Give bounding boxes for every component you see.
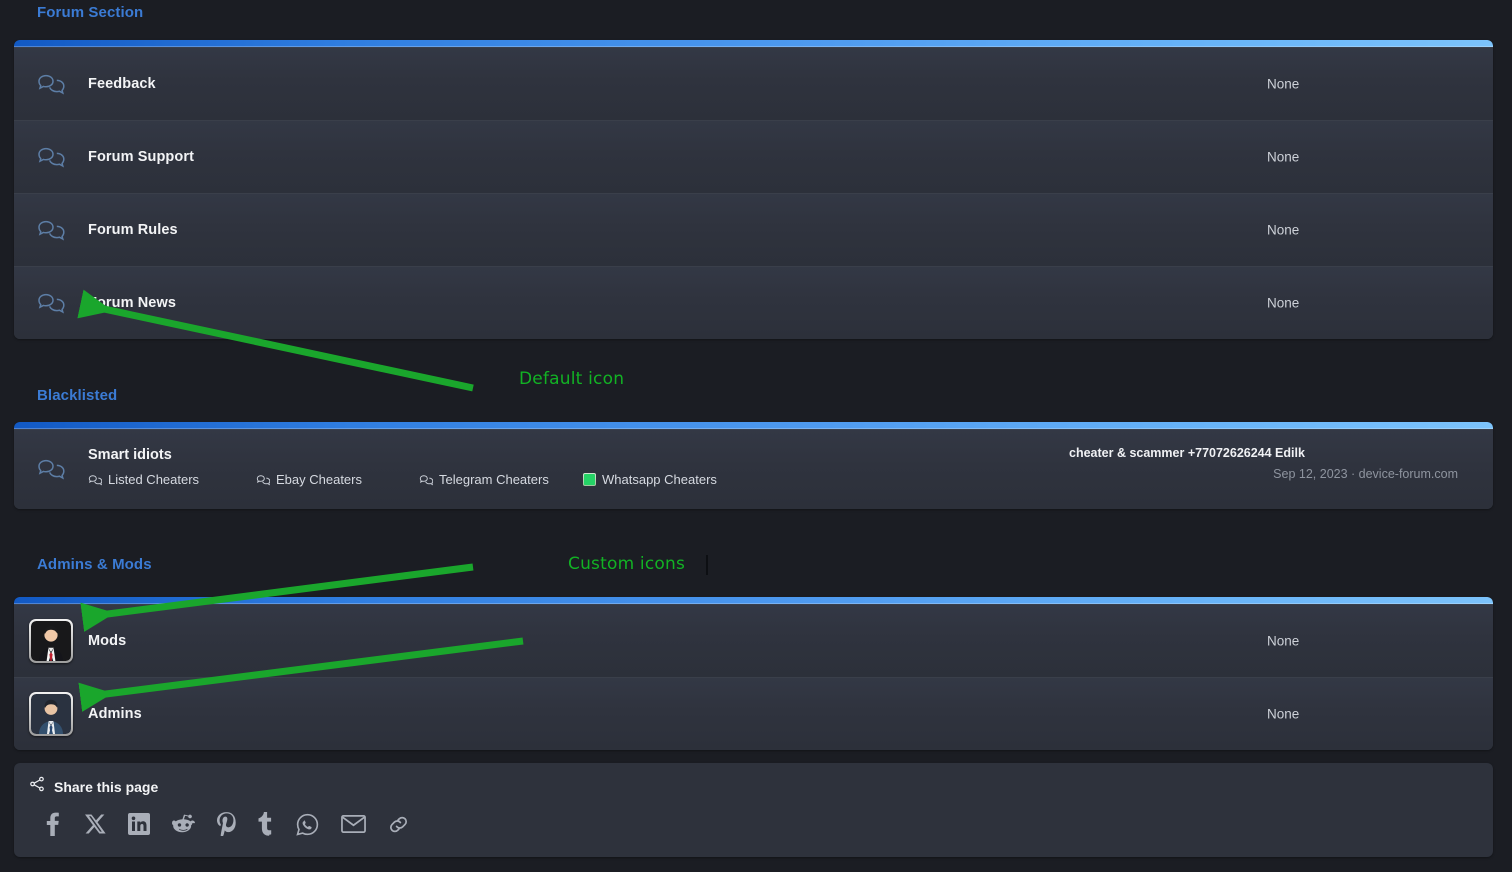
whatsapp-custom-icon [583, 473, 596, 486]
node-row-admins[interactable]: Admins None [14, 677, 1493, 750]
panel-admins-mods: Mods None Admins None [14, 597, 1493, 750]
subforum-label[interactable]: Ebay Cheaters [276, 472, 362, 487]
subforum-listed-cheaters[interactable]: Listed Cheaters [88, 472, 256, 487]
speech-bubbles-icon [14, 218, 88, 242]
node-title[interactable]: Admins [88, 706, 142, 722]
node-title[interactable]: Forum Support [88, 149, 194, 165]
panel-accent-bar [14, 597, 1493, 604]
subforum-ebay-cheaters[interactable]: Ebay Cheaters [256, 472, 419, 487]
speech-bubbles-icon [14, 72, 88, 96]
whatsapp-icon[interactable] [296, 813, 319, 836]
facebook-icon[interactable] [41, 811, 63, 837]
share-nodes-icon [29, 776, 45, 797]
share-label: Share this page [54, 778, 159, 795]
section-title-forum-section: Forum Section [37, 4, 144, 21]
node-row-forum-news[interactable]: Forum News None [14, 266, 1493, 339]
link-icon[interactable] [388, 814, 409, 835]
node-status: None [1267, 295, 1300, 311]
subforum-whatsapp-cheaters[interactable]: Whatsapp Cheaters [583, 472, 717, 487]
speech-bubbles-icon [14, 145, 88, 169]
last-post-info: cheater & scammer +77072626244 Edilk Sep… [1069, 446, 1489, 481]
node-status: None [1267, 149, 1300, 165]
admins-avatar-icon [14, 692, 88, 736]
speech-bubble-small-icon [88, 474, 102, 486]
speech-bubbles-icon [14, 291, 88, 315]
share-panel: Share this page [14, 763, 1493, 857]
speech-bubble-small-icon [419, 474, 433, 486]
node-status: None [1267, 706, 1300, 722]
forum-node-list-page: Forum Section Feedback None Forum Suppor… [0, 0, 1512, 872]
subforum-label[interactable]: Whatsapp Cheaters [602, 472, 717, 487]
panel-forum-section: Feedback None Forum Support None Forum R… [14, 40, 1493, 339]
node-row-feedback[interactable]: Feedback None [14, 47, 1493, 120]
annotation-label-default-icon: Default icon [519, 369, 625, 389]
section-title-blacklisted: Blacklisted [37, 387, 118, 404]
share-icon-list [14, 797, 1493, 837]
email-icon[interactable] [341, 814, 366, 834]
linkedin-icon[interactable] [128, 813, 150, 835]
x-twitter-icon[interactable] [85, 813, 106, 835]
speech-bubbles-icon [14, 445, 88, 481]
annotation-label-custom-icons: Custom icons [568, 554, 686, 574]
mods-avatar-icon [14, 619, 88, 663]
node-row-smart-idiots[interactable]: Smart idiots Listed Cheaters Ebay Cheate… [14, 429, 1493, 509]
annotation-text-caret [706, 555, 708, 575]
last-post-meta: Sep 12, 2023 · device-forum.com [1273, 467, 1458, 481]
panel-accent-bar [14, 422, 1493, 429]
speech-bubble-small-icon [256, 474, 270, 486]
node-status: None [1267, 76, 1300, 92]
subforum-label[interactable]: Telegram Cheaters [439, 472, 549, 487]
tumblr-icon[interactable] [258, 812, 274, 836]
subforum-telegram-cheaters[interactable]: Telegram Cheaters [419, 472, 583, 487]
node-status: None [1267, 633, 1300, 649]
panel-blacklisted: Smart idiots Listed Cheaters Ebay Cheate… [14, 422, 1493, 509]
node-title[interactable]: Forum News [88, 295, 176, 311]
reddit-icon[interactable] [172, 813, 195, 835]
node-row-forum-rules[interactable]: Forum Rules None [14, 193, 1493, 266]
pinterest-icon[interactable] [217, 812, 236, 836]
node-row-mods[interactable]: Mods None [14, 604, 1493, 677]
node-title[interactable]: Feedback [88, 76, 156, 92]
node-row-forum-support[interactable]: Forum Support None [14, 120, 1493, 193]
node-status: None [1267, 222, 1300, 238]
share-header: Share this page [14, 763, 1493, 797]
node-title[interactable]: Forum Rules [88, 222, 178, 238]
section-title-admins-mods: Admins & Mods [37, 556, 152, 573]
subforum-label[interactable]: Listed Cheaters [108, 472, 199, 487]
panel-accent-bar [14, 40, 1493, 47]
node-title[interactable]: Mods [88, 633, 126, 649]
last-thread-title[interactable]: cheater & scammer +77072626244 Edilk [1069, 446, 1489, 460]
